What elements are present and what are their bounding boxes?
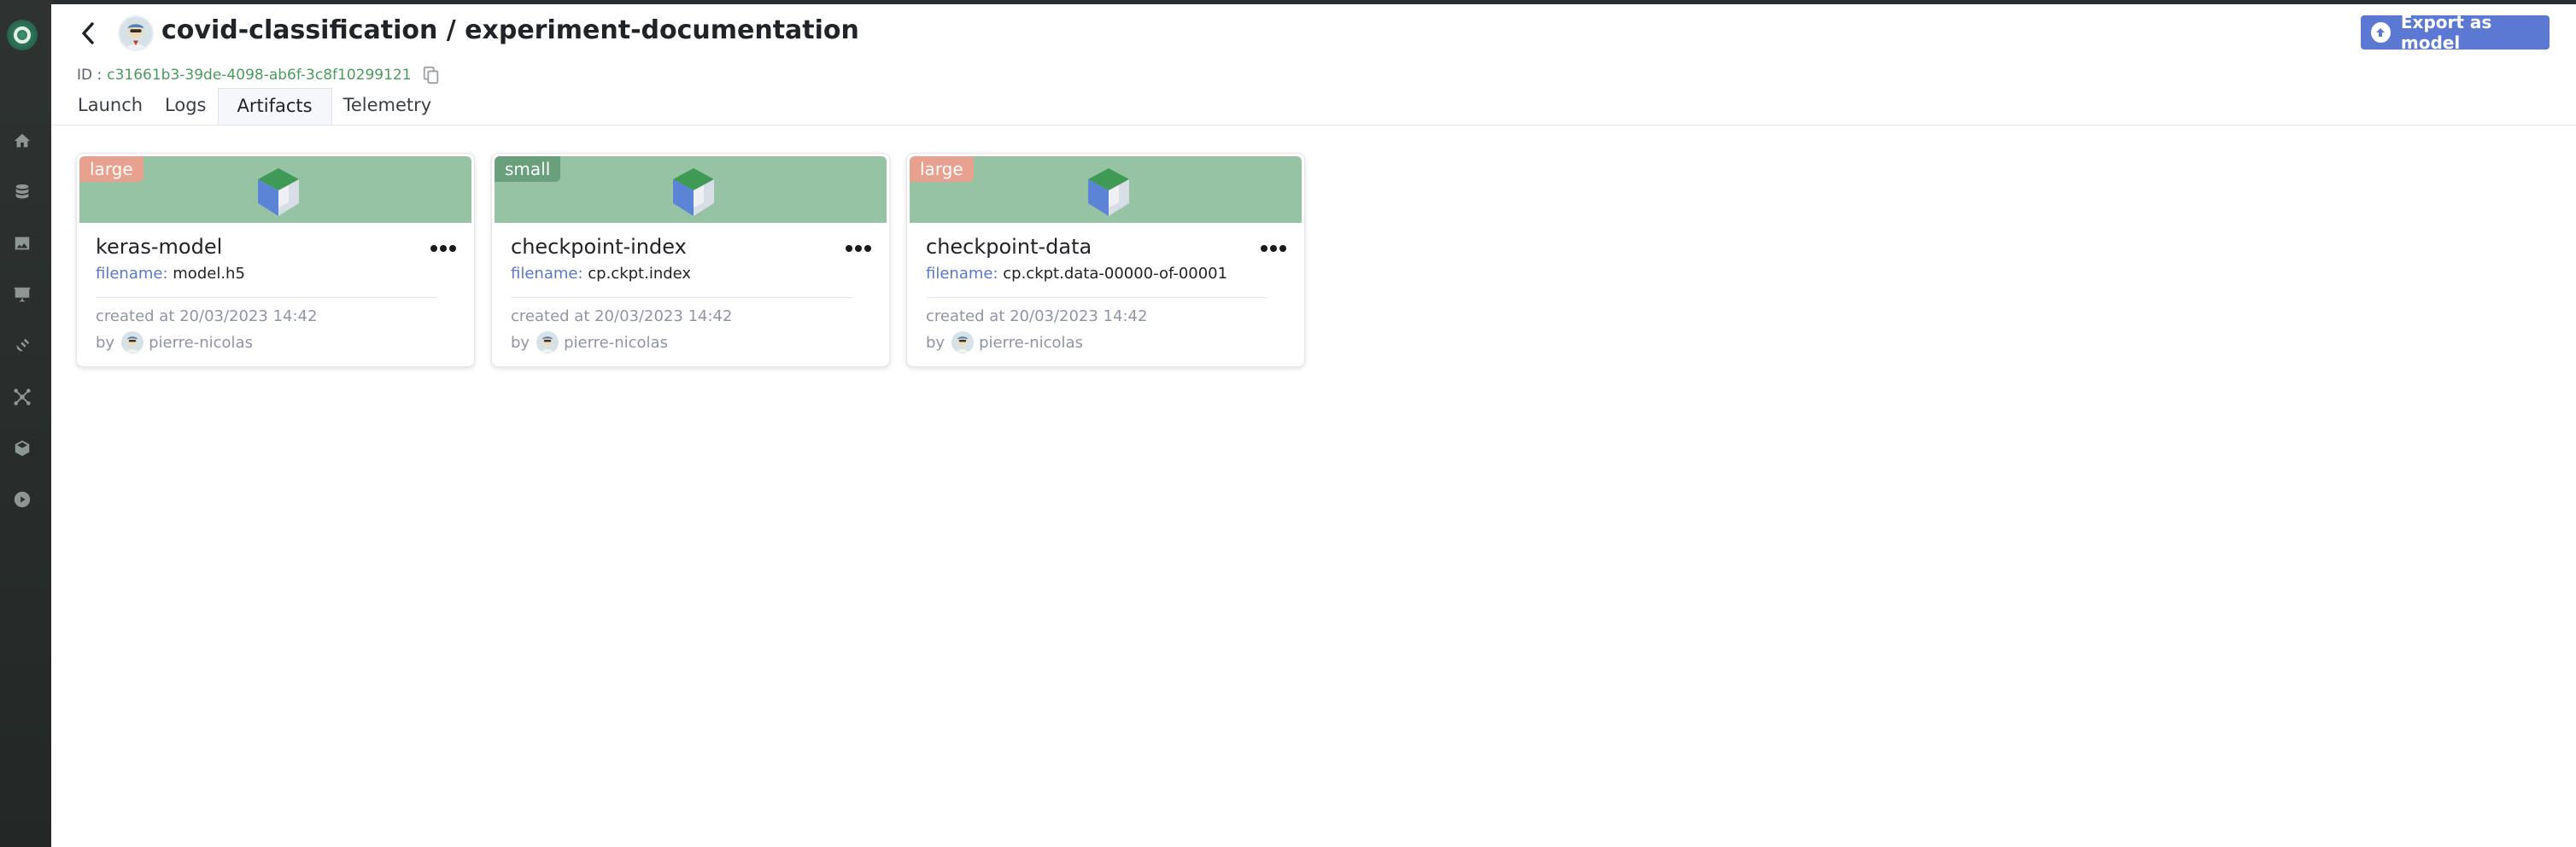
experiment-id: c31661b3-39de-4098-ab6f-3c8f10299121: [107, 67, 412, 84]
artifact-card[interactable]: large keras-model filename: model.h5 cre…: [76, 153, 475, 367]
filename-label: filename:: [96, 265, 168, 283]
copy-icon[interactable]: [422, 66, 441, 85]
cube-icon[interactable]: [11, 437, 33, 459]
more-options-icon[interactable]: [430, 242, 456, 254]
card-banner: small: [495, 156, 887, 223]
size-badge: large: [79, 156, 143, 182]
by-label: by: [96, 333, 115, 352]
created-at: created at 20/03/2023 14:42: [926, 307, 1148, 325]
more-options-icon[interactable]: [1261, 242, 1286, 254]
card-divider: [511, 297, 852, 298]
export-button-label: Export as model: [2400, 12, 2492, 53]
upload-icon: [2371, 22, 2391, 43]
card-divider: [926, 297, 1268, 298]
tab-logs[interactable]: Logs: [154, 88, 217, 125]
artifact-filename: filename: cp.ckpt.index: [511, 265, 691, 283]
filename-label: filename:: [511, 265, 583, 283]
tab-telemetry[interactable]: Telemetry: [332, 88, 443, 125]
play-circle-icon[interactable]: [11, 488, 33, 511]
created-at: created at 20/03/2023 14:42: [96, 307, 318, 325]
user-link[interactable]: pierre-nicolas: [564, 334, 668, 352]
created-by: by pierre-nicolas: [511, 331, 668, 353]
filename-value: cp.ckpt.index: [588, 265, 692, 283]
artifact-card[interactable]: large checkpoint-data filename: cp.ckpt.…: [906, 153, 1305, 367]
artifact-name: checkpoint-data: [926, 235, 1092, 259]
created-at: created at 20/03/2023 14:42: [511, 307, 733, 325]
image-icon[interactable]: [11, 232, 33, 254]
database-icon[interactable]: [11, 181, 33, 203]
card-banner: large: [79, 156, 471, 223]
size-badge: large: [910, 156, 974, 182]
avatar: [121, 331, 144, 353]
project-avatar: [118, 15, 154, 51]
size-badge: small: [495, 156, 561, 182]
experiment-id-row: ID : c31661b3-39de-4098-ab6f-3c8f1029912…: [77, 66, 441, 85]
app-logo[interactable]: [7, 20, 38, 50]
tabs-divider: [51, 125, 2576, 126]
artifact-name: checkpoint-index: [511, 235, 687, 259]
more-options-icon[interactable]: [846, 242, 871, 254]
page-title: covid-classification / experiment-docume…: [161, 15, 859, 45]
cube-icon: [1088, 168, 1129, 216]
chevron-left-icon: [82, 22, 94, 44]
top-border: [0, 0, 2576, 4]
tab-launch[interactable]: Launch: [67, 88, 154, 125]
by-label: by: [511, 333, 530, 352]
created-by: by pierre-nicolas: [926, 331, 1083, 353]
back-button[interactable]: [75, 19, 101, 48]
home-icon[interactable]: [11, 130, 33, 152]
network-icon[interactable]: [11, 386, 33, 408]
id-label: ID :: [77, 67, 102, 84]
filename-label: filename:: [926, 265, 998, 283]
cube-icon: [673, 168, 714, 216]
avatar: [951, 331, 975, 353]
tab-artifacts[interactable]: Artifacts: [217, 88, 332, 125]
user-link[interactable]: pierre-nicolas: [979, 334, 1083, 352]
artifact-card[interactable]: small checkpoint-index filename: cp.ckpt…: [491, 153, 890, 367]
card-divider: [96, 297, 437, 298]
export-as-model-button[interactable]: Export as model: [2361, 12, 2550, 53]
presentation-icon[interactable]: [11, 283, 33, 306]
artifact-name: keras-model: [96, 235, 223, 259]
cube-icon: [258, 168, 299, 216]
created-by: by pierre-nicolas: [96, 331, 253, 353]
user-link[interactable]: pierre-nicolas: [149, 334, 253, 352]
avatar: [536, 331, 559, 353]
artifact-filename: filename: model.h5: [96, 265, 245, 283]
filename-value: model.h5: [173, 265, 245, 283]
by-label: by: [926, 333, 946, 352]
filename-value: cp.ckpt.data-00000-of-00001: [1003, 265, 1228, 283]
satellite-icon[interactable]: [11, 335, 33, 357]
sidebar: [0, 0, 51, 847]
tab-bar: Launch Logs Artifacts Telemetry: [67, 88, 442, 125]
card-banner: large: [910, 156, 1302, 223]
artifact-filename: filename: cp.ckpt.data-00000-of-00001: [926, 265, 1227, 283]
